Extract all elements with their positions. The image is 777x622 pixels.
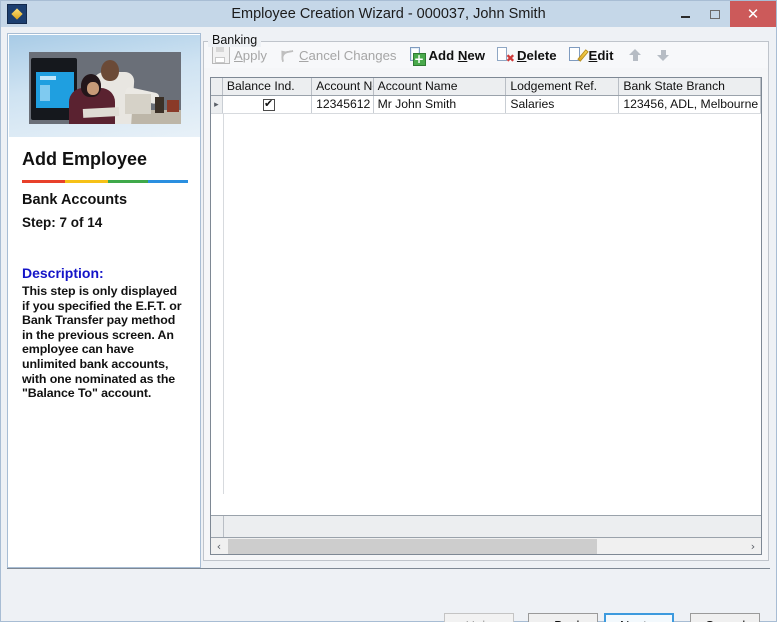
- help-button[interactable]: Help: [444, 613, 514, 622]
- back-button[interactable]: < Back: [528, 613, 598, 622]
- add-new-button[interactable]: Add New: [409, 44, 485, 66]
- scroll-right-button[interactable]: ›: [745, 538, 761, 554]
- maximize-button[interactable]: [700, 1, 730, 27]
- apply-button[interactable]: Apply: [212, 44, 267, 66]
- wizard-sidebar: Add Employee Bank Accounts Step: 7 of 14…: [7, 33, 201, 568]
- cancel-changes-button[interactable]: Cancel Changes: [279, 44, 397, 66]
- sidebar-color-divider: [22, 180, 188, 183]
- table-row[interactable]: ▸ 12345612 Mr John Smith Salaries 123456…: [211, 96, 761, 114]
- cell-account-no[interactable]: 12345612: [312, 96, 374, 113]
- scroll-left-button[interactable]: ‹: [211, 538, 227, 554]
- balance-indicator-checkbox[interactable]: [262, 98, 275, 111]
- grid-header-indicator: [211, 78, 223, 95]
- app-diamond-icon: [7, 4, 27, 24]
- delete-label: Delete: [516, 47, 557, 63]
- reorder-arrows: [627, 47, 683, 63]
- edit-label: Edit: [588, 47, 614, 63]
- grid-header-bank-state-branch[interactable]: Bank State Branch: [619, 78, 761, 95]
- groupbox-legend: Banking: [208, 33, 262, 47]
- sidebar-heading: Add Employee: [22, 149, 148, 169]
- delete-icon: [496, 47, 515, 64]
- sidebar-subheading: Bank Accounts: [22, 192, 128, 208]
- window-title: Employee Creation Wizard - 000037, John …: [231, 6, 546, 22]
- grid-header-account-name[interactable]: Account Name: [374, 78, 507, 95]
- grid-header-account-no[interactable]: Account No: [312, 78, 374, 95]
- edit-pencil-icon: [568, 47, 585, 63]
- arrow-up-icon[interactable]: [627, 47, 643, 63]
- sidebar-content: Add Employee Bank Accounts Step: 7 of 14…: [8, 137, 200, 567]
- sidebar-banner-image: [9, 35, 200, 137]
- grid-toolbar: Apply Cancel Changes Add New Delete Edit: [204, 42, 768, 68]
- description-title: Description:: [22, 265, 104, 281]
- close-button[interactable]: ✕: [730, 1, 776, 27]
- cell-account-name[interactable]: Mr John Smith: [374, 96, 507, 113]
- grid-new-row-indicator: [211, 516, 224, 537]
- office-workers-photo: [29, 52, 181, 124]
- edit-button[interactable]: Edit: [568, 44, 614, 66]
- back-label: < Back: [543, 618, 583, 622]
- description-body: This step is only displayed if you speci…: [22, 284, 182, 401]
- cell-bank-state-branch[interactable]: 123456, ADL, Melbourne: [619, 96, 761, 113]
- scrollbar-thumb[interactable]: [228, 538, 597, 554]
- grid-empty-area: [211, 114, 761, 494]
- sidebar-step-indicator: Step: 7 of 14: [22, 215, 103, 230]
- scrollbar-track[interactable]: [597, 538, 745, 554]
- cell-balance-indicator[interactable]: [223, 96, 313, 113]
- banking-groupbox: Banking Apply Cancel Changes Add New: [203, 33, 769, 561]
- next-button[interactable]: Next >: [604, 613, 674, 622]
- grid-header-balance-ind[interactable]: Balance Ind.: [223, 78, 313, 95]
- add-new-label: Add New: [428, 47, 485, 63]
- title-bar[interactable]: Employee Creation Wizard - 000037, John …: [1, 1, 776, 27]
- minimize-button[interactable]: [670, 1, 700, 27]
- delete-button[interactable]: Delete: [496, 44, 557, 66]
- save-icon: [212, 46, 230, 64]
- undo-icon: [279, 47, 295, 63]
- grid-horizontal-scrollbar[interactable]: ‹ ›: [211, 537, 761, 554]
- window-body: Add Employee Bank Accounts Step: 7 of 14…: [1, 27, 776, 622]
- grid-header-lodgement-ref[interactable]: Lodgement Ref.: [506, 78, 620, 95]
- wizard-window: Employee Creation Wizard - 000037, John …: [0, 0, 777, 622]
- row-indicator: ▸: [211, 96, 223, 113]
- apply-label: Apply: [234, 47, 267, 63]
- grid-header-row: Balance Ind. Account No Account Name Lod…: [211, 78, 761, 96]
- window-controls: ✕: [670, 1, 776, 27]
- wizard-footer: Help < Back Next > Cancel: [1, 569, 776, 622]
- help-label: Help: [466, 618, 493, 622]
- cell-lodgement-ref[interactable]: Salaries: [506, 96, 620, 113]
- add-page-icon: [409, 47, 426, 66]
- grid-new-row-placeholder[interactable]: [211, 515, 761, 537]
- cancel-button[interactable]: Cancel: [690, 613, 760, 622]
- cancel-changes-label: Cancel Changes: [299, 47, 397, 63]
- arrow-down-icon[interactable]: [655, 47, 671, 63]
- bank-accounts-grid[interactable]: Balance Ind. Account No Account Name Lod…: [210, 77, 762, 555]
